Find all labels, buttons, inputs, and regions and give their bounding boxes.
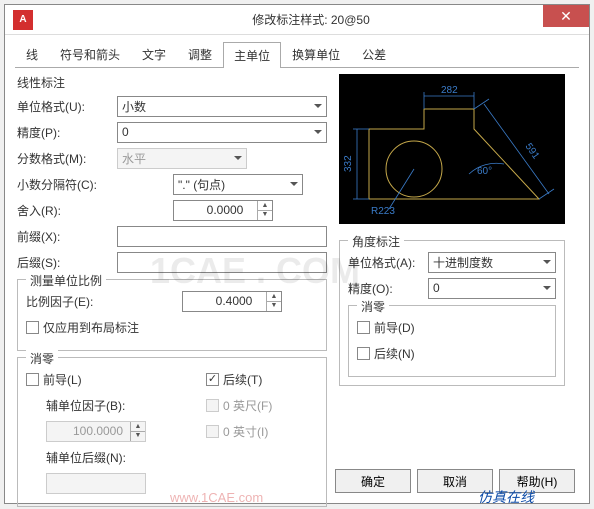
- precision-label: 精度(P):: [17, 124, 117, 141]
- tab-alternate-units[interactable]: 换算单位: [281, 41, 351, 67]
- ok-button[interactable]: 确定: [335, 469, 411, 493]
- titlebar[interactable]: A 修改标注样式: 20@50 ✕: [5, 5, 589, 35]
- tab-text[interactable]: 文字: [131, 41, 177, 67]
- tab-bar: 线 符号和箭头 文字 调整 主单位 换算单位 公差: [15, 41, 579, 68]
- tab-fit[interactable]: 调整: [177, 41, 223, 67]
- tab-primary-units[interactable]: 主单位: [223, 42, 281, 68]
- dec-sep-label: 小数分隔符(C):: [17, 176, 117, 193]
- svg-text:R223: R223: [371, 206, 395, 217]
- ang-precision-label: 精度(O):: [348, 280, 428, 297]
- scale-group: 测量单位比例 比例因子(E): 0.4000▲▼ 仅应用到布局标注: [17, 279, 327, 351]
- cancel-button[interactable]: 取消: [417, 469, 493, 493]
- round-spinner[interactable]: 0.0000▲▼: [173, 200, 273, 221]
- tab-tolerance[interactable]: 公差: [351, 41, 397, 67]
- zero-group-title: 消零: [26, 350, 58, 367]
- trailing-checkbox[interactable]: 后续(T): [206, 371, 262, 388]
- suffix-label: 后缀(S):: [17, 254, 117, 271]
- unit-format-label: 单位格式(U):: [17, 98, 117, 115]
- dialog-window: A 修改标注样式: 20@50 ✕ 线 符号和箭头 文字 调整 主单位 换算单位…: [4, 4, 590, 504]
- feet-checkbox: 0 英尺(F): [206, 397, 272, 414]
- svg-text:60°: 60°: [477, 166, 492, 177]
- ang-zero-group: 消零 前导(D) 后续(N): [348, 305, 556, 377]
- precision-select[interactable]: 0: [117, 122, 327, 143]
- preview-pane: 282 332 591 60° R223: [339, 74, 565, 224]
- ang-trailing-checkbox[interactable]: 后续(N): [357, 345, 415, 362]
- fraction-format-label: 分数格式(M):: [17, 150, 117, 167]
- scale-factor-label: 比例因子(E):: [26, 293, 126, 310]
- dec-sep-select[interactable]: "." (句点): [173, 174, 303, 195]
- scale-group-title: 测量单位比例: [26, 272, 106, 289]
- leading-checkbox[interactable]: 前导(L): [26, 371, 82, 388]
- content: 线性标注 单位格式(U): 小数 精度(P): 0 分数格式(M): 水平 小数…: [5, 68, 589, 507]
- zero-group: 消零 前导(L) 辅单位因子(B): 100.0000▲▼ 辅单位后缀(N): …: [17, 357, 327, 507]
- aux-suffix-label: 辅单位后缀(N):: [46, 449, 136, 466]
- linear-group-title: 线性标注: [17, 74, 327, 91]
- tab-lines[interactable]: 线: [15, 41, 49, 67]
- angular-group: 角度标注 单位格式(A): 十进制度数 精度(O): 0 消零 前导(D) 后续…: [339, 240, 565, 386]
- ang-unit-label: 单位格式(A):: [348, 254, 428, 271]
- aux-factor-label: 辅单位因子(B):: [46, 397, 136, 414]
- layout-only-checkbox[interactable]: 仅应用到布局标注: [26, 319, 139, 336]
- tab-symbols[interactable]: 符号和箭头: [49, 41, 131, 67]
- scale-factor-spinner[interactable]: 0.4000▲▼: [182, 291, 282, 312]
- inch-checkbox: 0 英寸(I): [206, 423, 268, 440]
- help-button[interactable]: 帮助(H): [499, 469, 575, 493]
- suffix-input[interactable]: [117, 252, 327, 273]
- prefix-input[interactable]: [117, 226, 327, 247]
- svg-text:332: 332: [343, 155, 354, 172]
- ang-precision-select[interactable]: 0: [428, 278, 556, 299]
- ang-unit-select[interactable]: 十进制度数: [428, 252, 556, 273]
- app-icon: A: [13, 10, 33, 30]
- aux-factor-spinner: 100.0000▲▼: [46, 421, 146, 442]
- unit-format-select[interactable]: 小数: [117, 96, 327, 117]
- aux-suffix-input: [46, 473, 146, 494]
- svg-text:591: 591: [523, 141, 542, 161]
- angular-group-title: 角度标注: [348, 233, 404, 250]
- svg-text:282: 282: [441, 85, 458, 96]
- close-button[interactable]: ✕: [543, 5, 589, 27]
- button-bar: 确定 取消 帮助(H): [335, 469, 575, 493]
- prefix-label: 前缀(X):: [17, 228, 117, 245]
- ang-leading-checkbox[interactable]: 前导(D): [357, 319, 415, 336]
- linear-group: 线性标注 单位格式(U): 小数 精度(P): 0 分数格式(M): 水平 小数…: [17, 74, 327, 273]
- round-label: 舍入(R):: [17, 202, 117, 219]
- fraction-format-select: 水平: [117, 148, 247, 169]
- dialog-title: 修改标注样式: 20@50: [33, 11, 589, 28]
- ang-zero-title: 消零: [357, 298, 389, 315]
